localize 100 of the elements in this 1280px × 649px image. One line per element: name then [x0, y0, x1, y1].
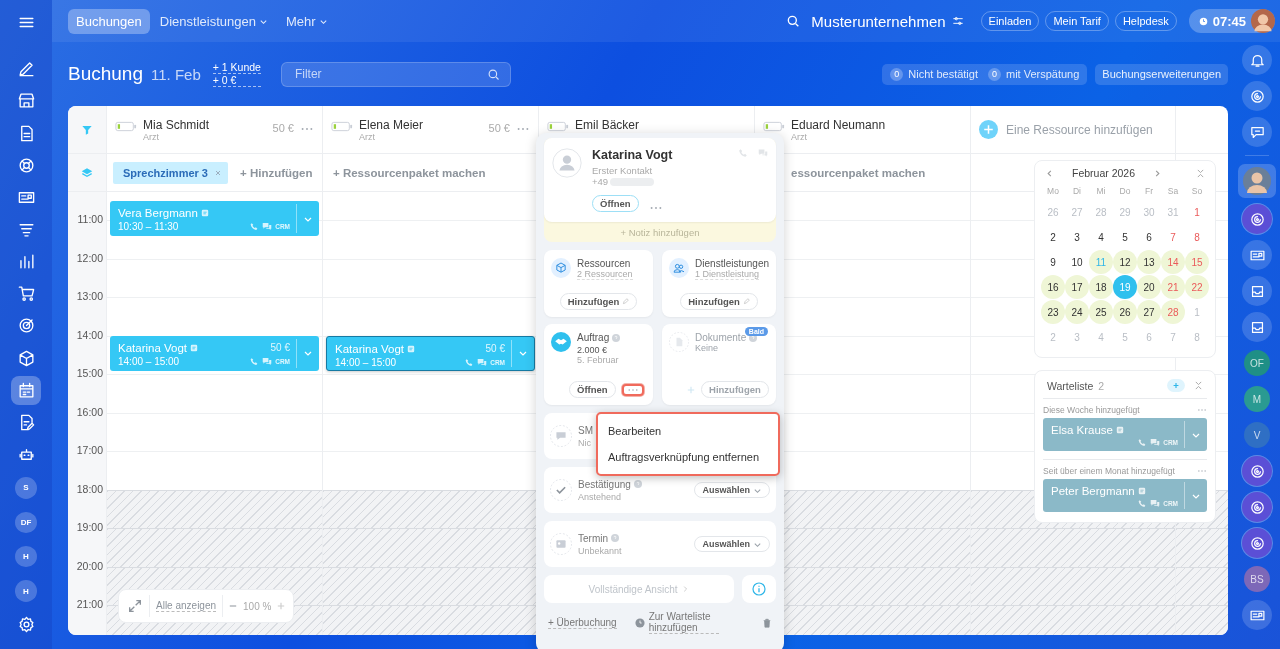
overbooking-link[interactable]: + Überbuchung: [548, 616, 617, 629]
phone-icon[interactable]: [249, 356, 260, 366]
calendar-day[interactable]: 7: [1161, 325, 1185, 349]
calendar-day[interactable]: 5: [1113, 325, 1137, 349]
spiral-icon[interactable]: [1242, 204, 1272, 234]
sidebar-avatar[interactable]: S: [15, 477, 37, 499]
id-card-icon[interactable]: [1242, 600, 1272, 630]
counter-label[interactable]: mit Verspätung: [1006, 68, 1080, 80]
user-avatar[interactable]: [1251, 9, 1275, 33]
stat-link[interactable]: + 0 €: [212, 74, 261, 87]
calendar-day[interactable]: 17: [1065, 275, 1089, 299]
sidebar-avatar[interactable]: H: [15, 545, 37, 568]
help-icon[interactable]: [612, 333, 621, 342]
phone-icon[interactable]: [464, 357, 475, 367]
phone-icon[interactable]: [738, 148, 748, 158]
calendar-day[interactable]: 22: [1185, 275, 1209, 299]
resource-name[interactable]: Mia Schmidt: [143, 118, 267, 132]
minus-icon[interactable]: [229, 602, 238, 610]
add-resource-link[interactable]: Eine Ressource hinzufügen: [1006, 122, 1153, 137]
calendar-day[interactable]: 5: [1113, 225, 1137, 249]
collapse-icon[interactable]: [1196, 168, 1205, 178]
calendar-day[interactable]: 26: [1041, 200, 1065, 224]
tile-button[interactable]: Hinzufügen: [680, 293, 758, 310]
expand-icon[interactable]: [127, 598, 143, 614]
menu-item[interactable]: Bearbeiten: [598, 418, 778, 444]
calendar-day[interactable]: 30: [1137, 200, 1161, 224]
help-icon[interactable]: [633, 480, 642, 488]
chat-avatar[interactable]: V: [1244, 422, 1270, 448]
more-icon[interactable]: [648, 206, 663, 210]
sidebar-avatar[interactable]: DF: [15, 511, 37, 533]
stat-link[interactable]: + 1 Kunde: [212, 61, 261, 74]
select-dropdown[interactable]: Auswählen: [694, 482, 770, 498]
resource-name[interactable]: Eduard Neumann: [791, 118, 962, 132]
calendar-day[interactable]: 26: [1113, 300, 1137, 324]
resource-name[interactable]: Elena Meier: [359, 118, 483, 132]
company-name[interactable]: Musterunternehmen: [811, 12, 946, 30]
calendar-day[interactable]: 31: [1161, 200, 1185, 224]
chat-avatar[interactable]: OF: [1244, 350, 1270, 376]
resource-name[interactable]: Emil Bäcker: [575, 118, 746, 132]
calendar-day[interactable]: 19: [1113, 275, 1137, 299]
calendar-day[interactable]: 6: [1137, 225, 1161, 249]
phone-icon[interactable]: [1137, 499, 1148, 508]
tile-button[interactable]: Hinzufügen: [559, 293, 638, 310]
open-button[interactable]: Öffnen: [592, 195, 639, 212]
add-note-button[interactable]: + Notiz hinzufügen: [544, 223, 776, 242]
nav-tab[interactable]: Dienstleistungen: [151, 8, 276, 34]
add-icon[interactable]: [1167, 379, 1185, 392]
calendar-day[interactable]: 4: [1089, 225, 1113, 249]
close-icon[interactable]: [214, 168, 222, 177]
resource-chip[interactable]: Sprechzimmer 3: [113, 161, 228, 184]
menu-item[interactable]: Auftragsverknüpfung entfernen: [598, 444, 778, 470]
bell-icon[interactable]: [1242, 45, 1272, 75]
id-card-icon[interactable]: [1242, 240, 1272, 270]
calendar-day[interactable]: 20: [1137, 275, 1161, 299]
nav-tab[interactable]: Mehr: [277, 8, 336, 34]
trash-icon[interactable]: [762, 617, 772, 628]
chat-avatar[interactable]: BS: [1244, 566, 1270, 592]
collapse-icon[interactable]: [1194, 381, 1203, 390]
calendar-day[interactable]: 3: [1065, 325, 1089, 349]
chat-avatar[interactable]: [1238, 164, 1276, 198]
extensions-button[interactable]: Buchungserweiterungen: [1095, 63, 1228, 85]
calendar-icon[interactable]: [11, 375, 41, 405]
calendar-day[interactable]: 1: [1185, 200, 1209, 224]
add-link[interactable]: + Hinzufügen: [240, 166, 313, 179]
calendar-day[interactable]: 7: [1161, 225, 1185, 249]
clock-pill[interactable]: 07:45: [1188, 9, 1275, 33]
tray-icon[interactable]: [1242, 276, 1272, 306]
calendar-day[interactable]: 12: [1113, 250, 1137, 274]
spiral-icon[interactable]: [1242, 456, 1272, 486]
calendar-day[interactable]: 14: [1161, 250, 1185, 274]
calendar-day[interactable]: 2: [1041, 325, 1065, 349]
calendar-day[interactable]: 8: [1185, 225, 1209, 249]
spiral-icon[interactable]: [1242, 81, 1272, 111]
counter-label[interactable]: Nicht bestätigt: [908, 68, 978, 80]
calendar-day[interactable]: 3: [1065, 225, 1089, 249]
add-link[interactable]: essourcenpaket machen: [791, 166, 926, 179]
calendar-day[interactable]: 21: [1161, 275, 1185, 299]
show-all-link[interactable]: Alle anzeigen: [156, 600, 217, 612]
calendar-day[interactable]: 27: [1065, 200, 1089, 224]
more-icon[interactable]: [300, 127, 314, 131]
calendar-day[interactable]: 18: [1089, 275, 1113, 299]
calendar-day[interactable]: 10: [1065, 250, 1089, 274]
calendar-day[interactable]: 23: [1041, 300, 1065, 324]
tile-button[interactable]: Öffnen: [569, 381, 616, 398]
nav-tab[interactable]: Buchungen: [68, 8, 150, 34]
chevron-left-icon[interactable]: [1045, 168, 1054, 178]
spiral-icon[interactable]: [1242, 492, 1272, 522]
chat-icon[interactable]: [1242, 117, 1272, 147]
help-icon[interactable]: [611, 534, 619, 542]
chevron-right-icon[interactable]: [1153, 168, 1163, 178]
phone-icon[interactable]: [1137, 438, 1148, 447]
calendar-day[interactable]: 24: [1065, 300, 1089, 324]
spiral-icon[interactable]: [1242, 528, 1272, 558]
calendar-day[interactable]: 16: [1041, 275, 1065, 299]
calendar-day[interactable]: 6: [1137, 325, 1161, 349]
more-icon[interactable]: [1197, 469, 1207, 473]
calendar-day[interactable]: 28: [1161, 300, 1185, 324]
calendar-day[interactable]: 1: [1185, 300, 1209, 324]
calendar-day[interactable]: 15: [1185, 250, 1209, 274]
settings-icon[interactable]: [950, 14, 965, 28]
